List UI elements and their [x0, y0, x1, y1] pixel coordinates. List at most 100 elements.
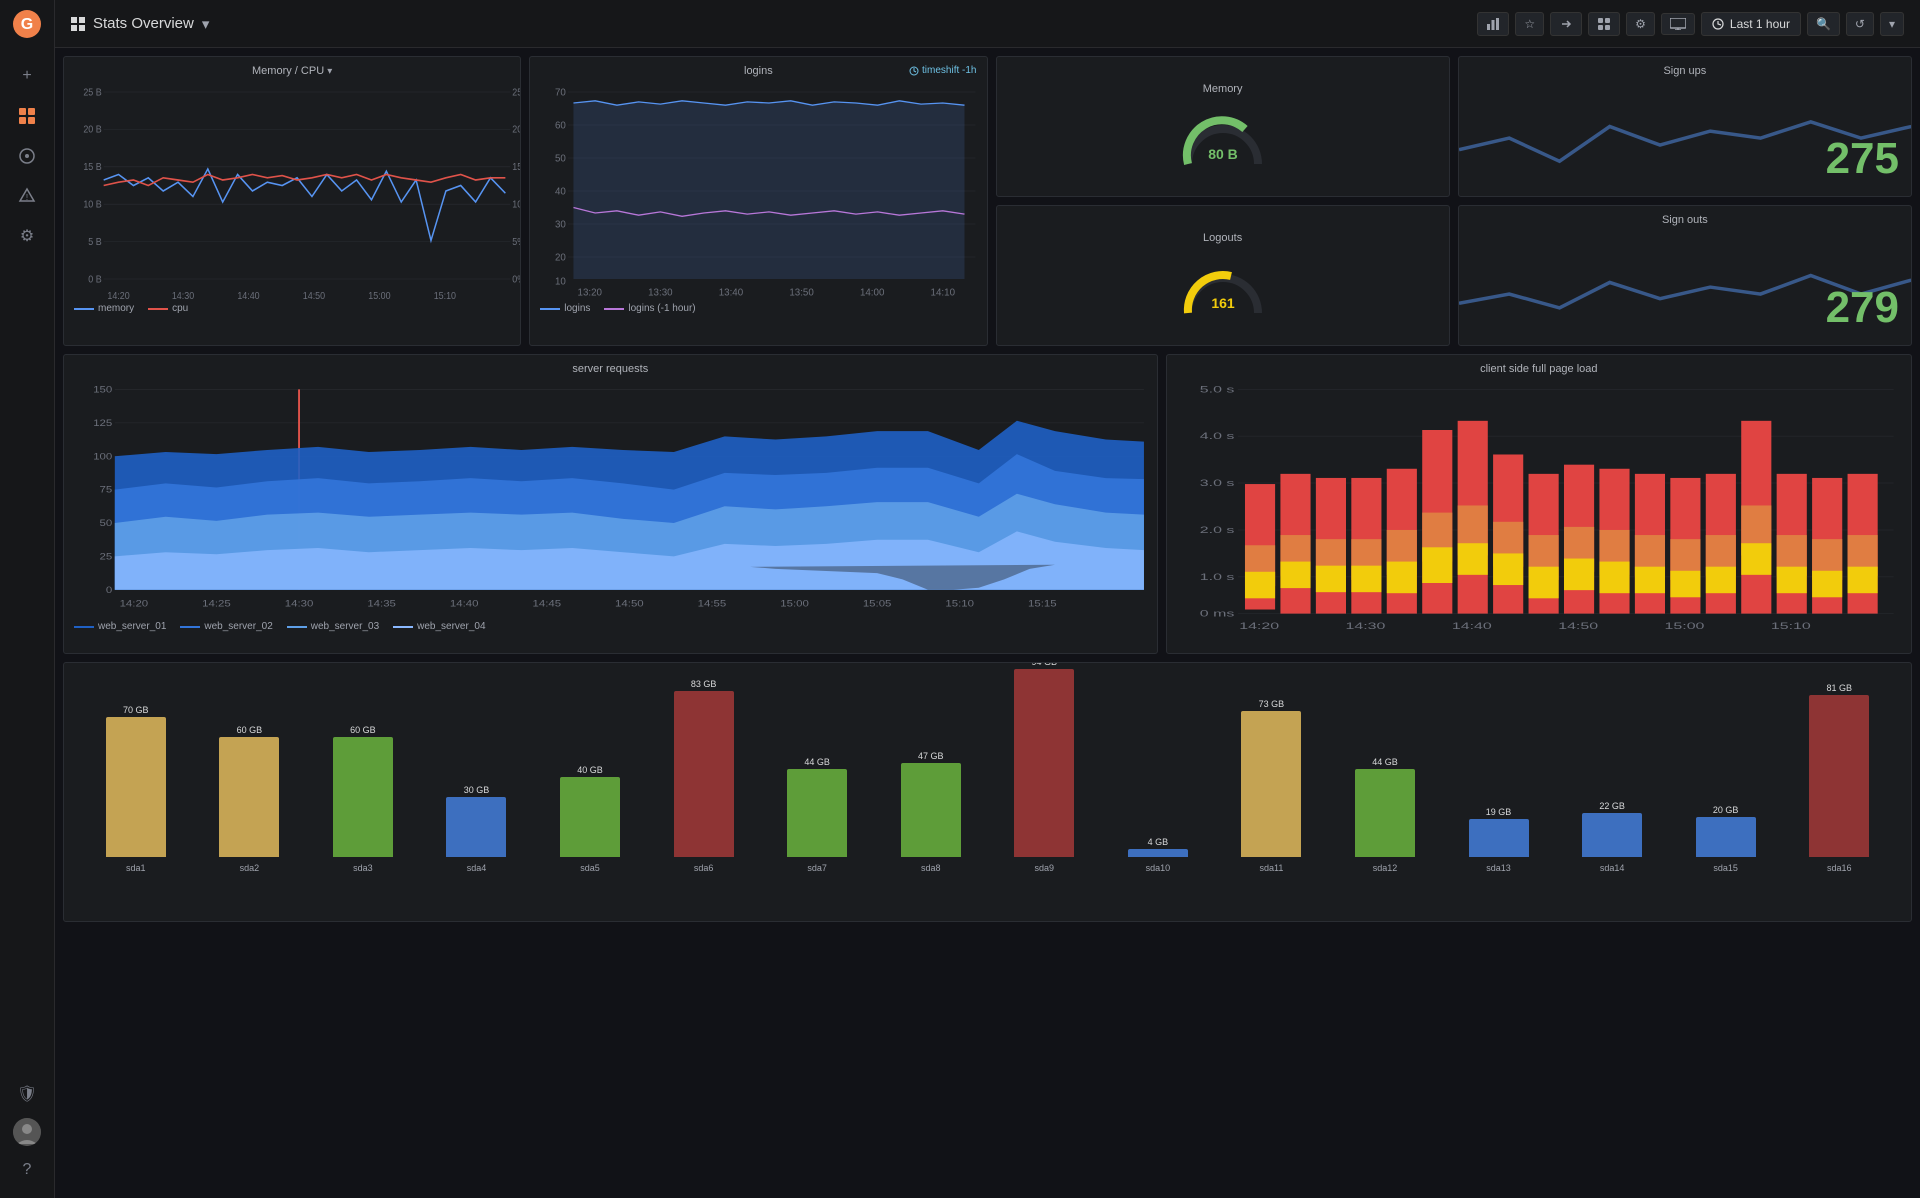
page-load-chart: 5.0 s 4.0 s 3.0 s 2.0 s 1.0 s 0 ms — [1167, 379, 1911, 634]
svg-text:70: 70 — [555, 87, 566, 98]
topbar: Stats Overview ▾ ☆ ⚙ Last 1 hour 🔍 — [55, 0, 1920, 48]
settings-icon[interactable]: ⚙ — [9, 218, 45, 254]
svg-text:25: 25 — [100, 552, 113, 562]
logouts-gauge-panel: Logouts 161 — [996, 205, 1450, 346]
topbar-actions: ☆ ⚙ Last 1 hour 🔍 ↺ ▾ — [1477, 12, 1904, 36]
disk-bar-sda15: 20 GB sda15 — [1670, 805, 1782, 873]
svg-text:0%: 0% — [512, 273, 520, 285]
svg-text:25 B: 25 B — [83, 86, 101, 98]
logouts-gauge-svg: 161 — [1173, 248, 1273, 328]
svg-text:14:55: 14:55 — [698, 599, 727, 609]
disk-panel: 70 GB sda1 60 GB sda2 60 GB sda3 — [63, 662, 1912, 922]
svg-text:14:50: 14:50 — [1558, 620, 1598, 631]
svg-text:75: 75 — [100, 486, 113, 496]
svg-text:30: 30 — [555, 219, 566, 230]
disk-bar-sda13: 19 GB sda13 — [1443, 807, 1555, 873]
row-2: server requests 150 125 100 75 50 — [63, 354, 1912, 654]
disk-bar-sda2: 60 GB sda2 — [194, 725, 306, 873]
app-logo[interactable]: G — [11, 8, 43, 40]
disk-bar-sda11: 73 GB sda11 — [1216, 699, 1328, 873]
svg-text:150: 150 — [93, 385, 112, 395]
svg-text:13:50: 13:50 — [790, 287, 815, 298]
memory-gauge-panel: Memory 80 B — [996, 56, 1450, 197]
shield-icon[interactable]: 🛡 — [9, 1076, 45, 1112]
sign-outs-value: 279 — [1826, 283, 1899, 333]
svg-text:15:00: 15:00 — [1664, 620, 1704, 631]
panel-settings-button[interactable] — [1588, 12, 1620, 36]
disk-bar-sda4: 30 GB sda4 — [421, 785, 533, 873]
svg-text:0: 0 — [106, 586, 113, 596]
svg-text:14:50: 14:50 — [303, 289, 325, 301]
sidebar: G + ! ⚙ 🛡 ? — [0, 0, 55, 1198]
user-avatar[interactable] — [13, 1118, 41, 1146]
disk-bar-sda5: 40 GB sda5 — [534, 765, 646, 873]
disk-bar-sda10: 4 GB sda10 — [1102, 837, 1214, 873]
time-range-button[interactable]: Last 1 hour — [1701, 12, 1801, 36]
server-requests-legend: web_server_01 web_server_02 web_server_0… — [64, 619, 1157, 638]
svg-text:1.0 s: 1.0 s — [1199, 571, 1234, 582]
help-icon[interactable]: ? — [9, 1152, 45, 1188]
chart-type-button[interactable] — [1477, 12, 1509, 36]
svg-text:15:10: 15:10 — [434, 289, 456, 301]
refresh-button[interactable]: ↺ — [1846, 12, 1874, 36]
alert-icon[interactable]: ! — [9, 178, 45, 214]
memory-cpu-legend: memory cpu — [64, 301, 520, 320]
svg-text:15%: 15% — [512, 161, 520, 173]
svg-text:14:30: 14:30 — [285, 599, 314, 609]
star-button[interactable]: ☆ — [1515, 12, 1544, 36]
logins-legend: logins logins (-1 hour) — [530, 301, 986, 320]
svg-text:0 B: 0 B — [88, 273, 101, 285]
svg-text:14:40: 14:40 — [237, 289, 259, 301]
svg-text:15:05: 15:05 — [863, 599, 892, 609]
dashboard-icon[interactable] — [9, 98, 45, 134]
svg-text:14:00: 14:00 — [860, 287, 885, 298]
explore-icon[interactable] — [9, 138, 45, 174]
svg-text:20%: 20% — [512, 123, 520, 135]
svg-text:125: 125 — [93, 419, 112, 429]
disk-bar-sda7: 44 GB sda7 — [761, 757, 873, 873]
svg-text:20 B: 20 B — [83, 123, 101, 135]
svg-text:14:20: 14:20 — [1239, 620, 1279, 631]
svg-text:15:10: 15:10 — [1771, 620, 1811, 631]
logins-legend-line — [540, 308, 560, 310]
disk-bar-sda8: 47 GB sda8 — [875, 751, 987, 873]
svg-text:14:40: 14:40 — [450, 599, 479, 609]
logouts-title: Logouts — [1005, 224, 1441, 248]
search-button[interactable]: 🔍 — [1807, 12, 1840, 36]
sign-ups-value: 275 — [1826, 134, 1899, 184]
main-content: Stats Overview ▾ ☆ ⚙ Last 1 hour 🔍 — [55, 0, 1920, 1198]
memory-gauge-svg: 80 B — [1173, 99, 1273, 179]
disk-bar-sda1: 70 GB sda1 — [80, 705, 192, 873]
svg-text:50: 50 — [555, 153, 566, 164]
svg-text:50: 50 — [100, 519, 113, 529]
disk-bars-container: 70 GB sda1 60 GB sda2 60 GB sda3 — [64, 663, 1911, 873]
row-1: Memory / CPU ▾ 25 B 20 B 15 B 10 B — [63, 56, 1912, 346]
svg-text:15:00: 15:00 — [368, 289, 390, 301]
page-title: Stats Overview ▾ — [93, 15, 209, 33]
server-requests-title: server requests — [64, 355, 1157, 379]
svg-text:25%: 25% — [512, 86, 520, 98]
disk-bar-sda3: 60 GB sda3 — [307, 725, 419, 873]
config-button[interactable]: ⚙ — [1626, 12, 1655, 36]
sign-outs-panel: Sign outs 279 — [1458, 205, 1912, 346]
svg-text:20: 20 — [555, 252, 566, 263]
svg-text:10 B: 10 B — [83, 198, 101, 210]
svg-text:14:30: 14:30 — [172, 289, 194, 301]
tv-mode-button[interactable] — [1661, 13, 1695, 35]
svg-text:!: ! — [26, 193, 28, 202]
add-icon[interactable]: + — [9, 58, 45, 94]
refresh-dropdown[interactable]: ▾ — [1880, 12, 1904, 36]
logins-minus1h-legend-line — [604, 308, 624, 310]
svg-text:5.0 s: 5.0 s — [1199, 384, 1234, 395]
svg-text:13:40: 13:40 — [719, 287, 744, 298]
svg-text:13:20: 13:20 — [578, 287, 603, 298]
title-dropdown-icon[interactable]: ▾ — [202, 15, 210, 33]
disk-bar-sda9: 94 GB sda9 — [989, 662, 1101, 873]
cpu-legend-line — [148, 308, 168, 310]
svg-text:15:15: 15:15 — [1028, 599, 1057, 609]
disk-bar-sda6: 83 GB sda6 — [648, 679, 760, 873]
share-button[interactable] — [1550, 12, 1582, 36]
svg-text:161: 161 — [1211, 295, 1235, 311]
svg-text:100: 100 — [93, 452, 112, 462]
svg-text:14:45: 14:45 — [532, 599, 561, 609]
